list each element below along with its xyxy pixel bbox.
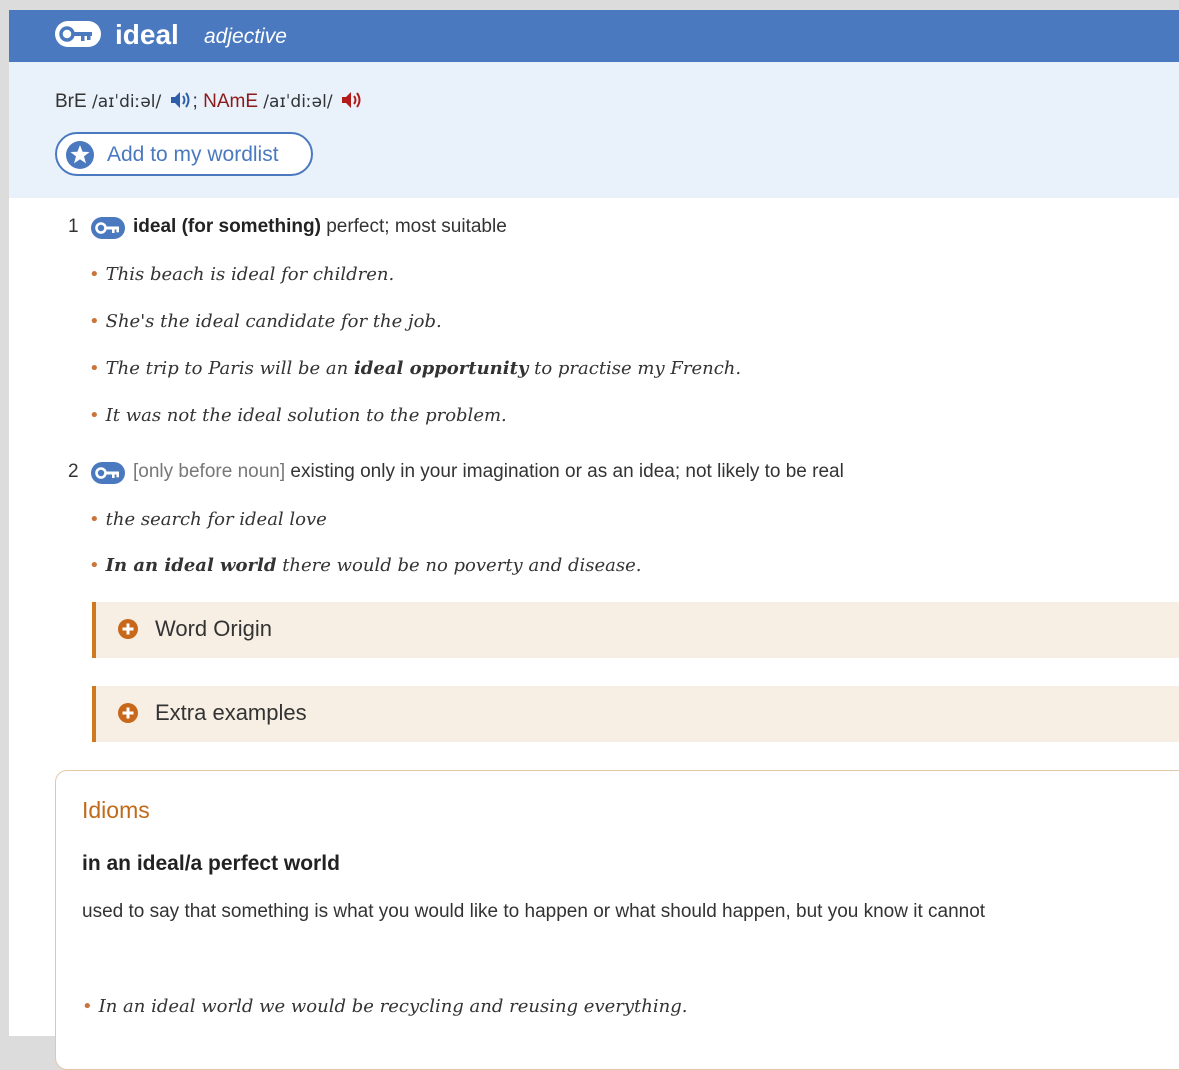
headword: ideal — [115, 19, 179, 50]
headword-pattern: ideal (for something) — [133, 216, 321, 237]
extra-examples-toggle[interactable]: Extra examples — [92, 686, 1179, 742]
key-icon — [91, 462, 125, 484]
speaker-icon-blue[interactable] — [169, 90, 193, 110]
name-ipa: /aɪˈdiːəl/ — [263, 92, 333, 112]
idioms-title: Idioms — [82, 797, 150, 823]
key-icon — [55, 21, 101, 47]
example-sentence: • It was not the ideal solution to the pr… — [89, 405, 507, 426]
example-sentence: • In an ideal world there would be no pov… — [89, 555, 642, 576]
sense-number: 1 — [68, 216, 79, 237]
pron-separator: ; — [192, 91, 198, 112]
example-sentence: • In an ideal world we would be recycling… — [82, 996, 688, 1017]
sense-definition: [only before noun] existing only in your… — [133, 460, 844, 484]
definition-text: existing only in your imagination or as … — [290, 461, 844, 482]
bre-label: BrE — [55, 91, 87, 112]
example-sentence: • This beach is ideal for children. — [89, 264, 395, 285]
example-sentence: • She's the ideal candidate for the job. — [89, 311, 442, 332]
add-to-wordlist-button[interactable]: Add to my wordlist — [55, 132, 313, 176]
collocation-highlight: ideal opportunity — [353, 358, 529, 379]
dictionary-entry: ideal adjective BrE /aɪˈdiːəl/ ; NAmE /a… — [9, 10, 1179, 1070]
sense-number: 2 — [68, 461, 79, 482]
grammar-label: [only before noun] — [133, 461, 286, 482]
word-origin-label: Word Origin — [155, 616, 272, 641]
word-origin-toggle[interactable]: Word Origin — [92, 602, 1179, 658]
star-icon — [66, 141, 94, 169]
pronunciation-band — [9, 62, 1179, 198]
collocation-highlight: In an ideal world — [105, 555, 277, 576]
extra-examples-label: Extra examples — [155, 700, 307, 725]
entry-header: ideal adjective — [9, 10, 1179, 62]
plus-circle-icon — [118, 619, 138, 639]
part-of-speech: adjective — [204, 25, 287, 48]
bre-ipa: /aɪˈdiːəl/ — [91, 92, 162, 112]
idiom-phrase: in an ideal/a perfect world — [82, 852, 340, 875]
name-label: NAmE — [203, 91, 259, 112]
wordlist-label: Add to my wordlist — [107, 143, 279, 166]
sense-definition: ideal (for something) perfect; most suit… — [133, 215, 507, 239]
pronunciation-row: BrE /aɪˈdiːəl/ ; NAmE /aɪˈdiːəl/ — [55, 90, 364, 114]
plus-circle-icon — [118, 703, 138, 723]
speaker-icon-red[interactable] — [340, 90, 364, 110]
definition-text: perfect; most suitable — [326, 216, 507, 237]
key-icon — [91, 217, 125, 239]
idiom-definition: used to say that something is what you w… — [82, 901, 986, 922]
example-sentence: • the search for ideal love — [89, 509, 327, 530]
example-sentence: • The trip to Paris will be an ideal oppo… — [89, 358, 742, 379]
